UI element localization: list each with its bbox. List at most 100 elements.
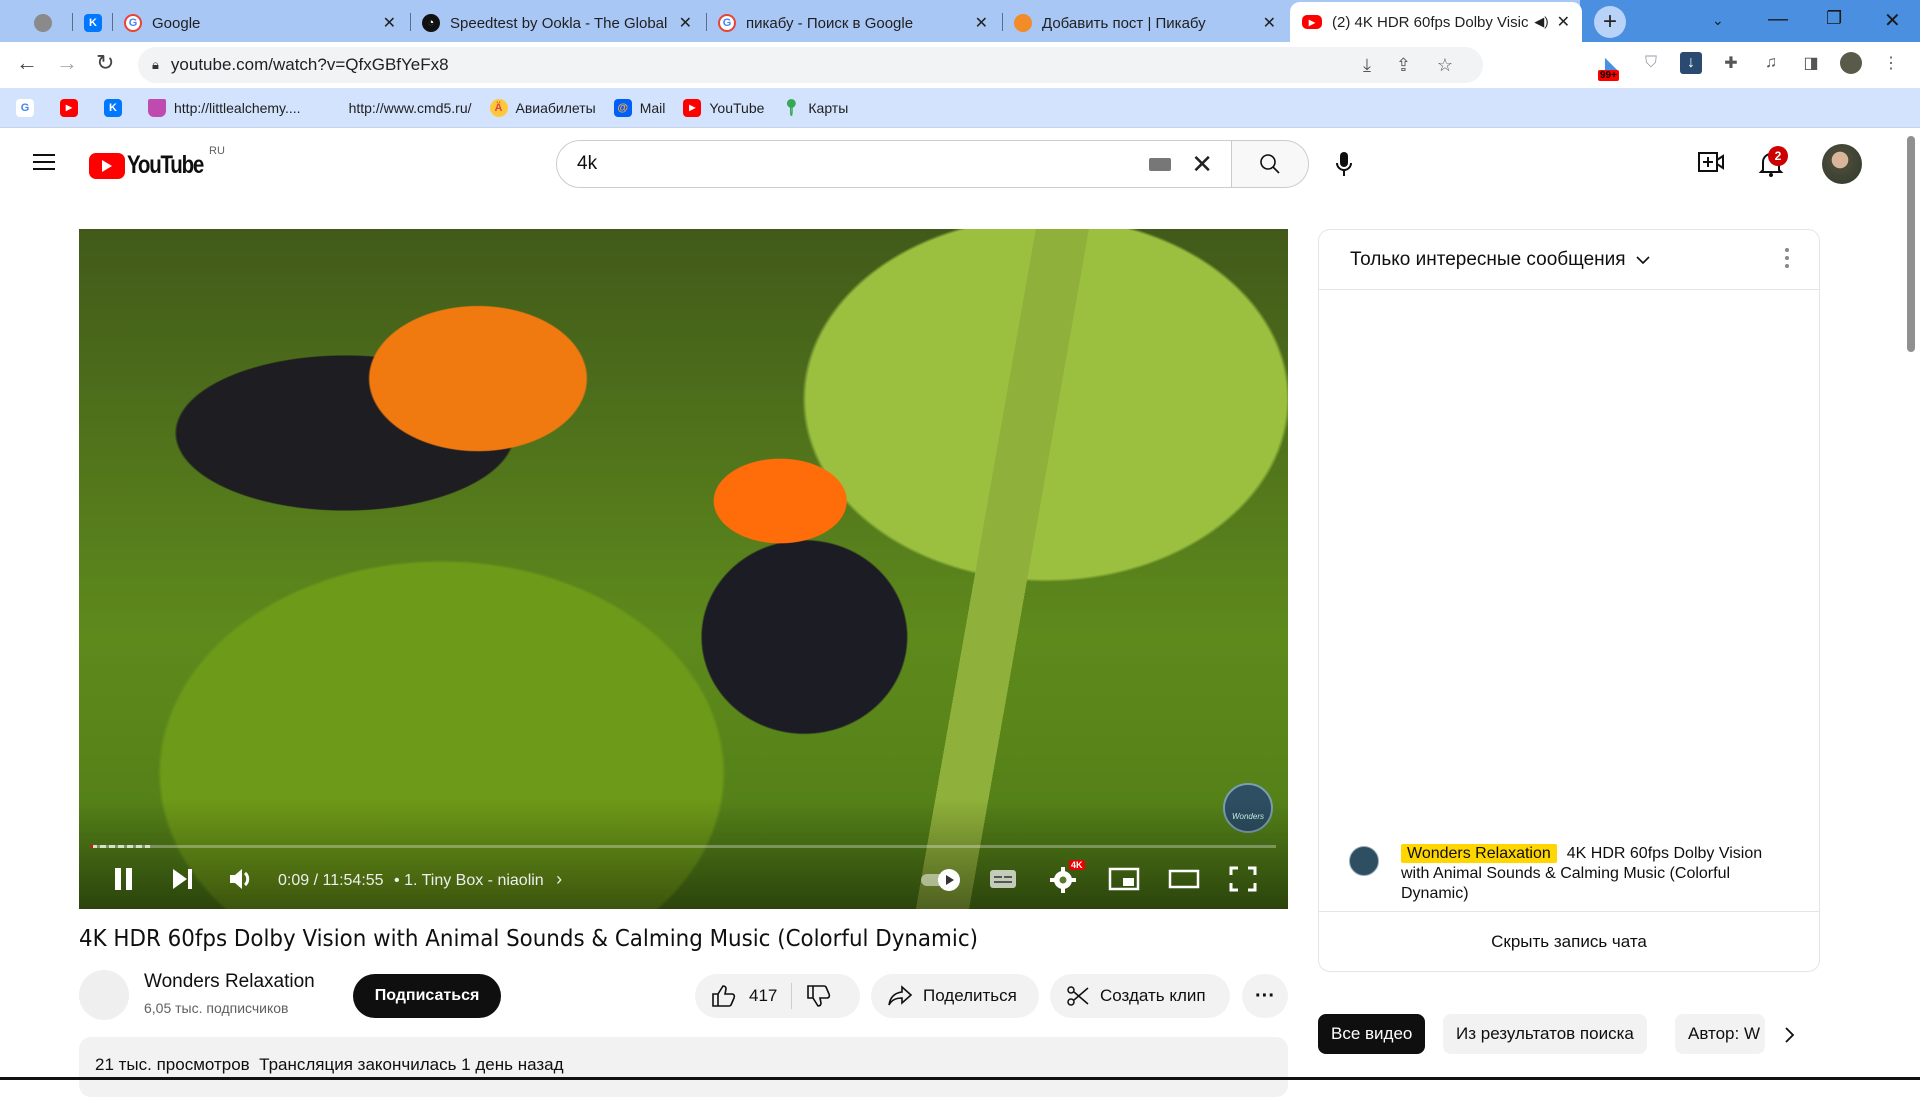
close-tab-icon[interactable]: ✕ [1557,12,1570,32]
bookmark-vk[interactable]: K [104,98,130,117]
share-icon[interactable]: ⇪ [1396,55,1411,76]
bookmark-label: http://littlealchemy.... [174,99,301,116]
miniplayer-icon[interactable] [1108,866,1140,892]
subscribe-button[interactable]: Подписаться [353,974,501,1018]
autoplay-toggle[interactable] [919,866,963,892]
youtube-logo[interactable]: YouTube RU [89,145,225,180]
media-control-icon[interactable]: ♫ [1760,52,1782,74]
chip-author[interactable]: Автор: W [1675,1014,1765,1054]
subtitles-icon[interactable] [988,866,1018,892]
tab-pikabu-post[interactable]: Добавить пост | Пикабу ✕ [1002,4,1288,42]
video-player[interactable]: Wonders 0:09 / 11:54:55 • 1. Tiny Box - … [79,229,1288,909]
youtube-header: YouTube RU 4k ✕ 2 [0,128,1900,200]
like-dislike-group: 417 [695,974,860,1018]
extensions-puzzle-icon[interactable]: ✚ [1720,52,1742,74]
bookmark-maps[interactable]: 📍︎ Карты [781,99,849,117]
like-button[interactable]: 417 [711,984,777,1008]
tab-google[interactable]: G Google ✕ [112,4,408,42]
close-tab-icon[interactable]: ✕ [975,13,988,33]
chat-author-name[interactable]: Wonders Relaxation [1401,844,1557,863]
share-button[interactable]: Поделиться [871,974,1039,1018]
description-box[interactable]: 21 тыс. просмотров Трансляция закончилас… [79,1037,1288,1097]
tab-youtube-active[interactable]: ▶ (2) 4K HDR 60fps Dolby Visic ◀︎) ✕ [1290,2,1582,42]
url-text[interactable]: youtube.com/watch?v=QfxGBfYeFx8 [171,55,449,75]
scrollbar-thumb[interactable] [1907,136,1915,352]
channel-avatar[interactable] [79,970,129,1020]
chevron-down-icon[interactable] [1635,255,1650,265]
more-horizontal-icon: ··· [1255,984,1275,1007]
theater-mode-icon[interactable] [1168,866,1200,892]
chapter-chevron-icon[interactable]: › [556,869,562,889]
new-tab-button[interactable]: + [1594,6,1626,38]
user-avatar[interactable] [1822,144,1862,184]
close-window-button[interactable]: ✕ [1884,8,1901,33]
chat-mode-dropdown[interactable]: Только интересные сообщения [1350,249,1626,271]
chat-message: Wonders Relaxation 4K HDR 60fps Dolby Vis… [1349,844,1789,904]
microphone-icon[interactable] [1334,150,1354,178]
fullscreen-icon[interactable] [1229,866,1257,892]
scissors-icon [1067,986,1089,1006]
restore-button[interactable]: ❐ [1826,8,1842,29]
browser-menu-icon[interactable]: ⋮ [1880,52,1902,74]
bookmark-mail[interactable]: @ Mail [613,98,665,117]
create-video-icon[interactable] [1697,150,1725,174]
bookmark-star-icon[interactable]: ☆ [1437,55,1453,76]
bookmark-google[interactable]: G [16,98,42,117]
hide-chat-button[interactable]: Скрыть запись чата [1319,911,1819,971]
chapter-title[interactable]: • 1. Tiny Box - niaolin [394,872,544,889]
search-button[interactable] [1232,140,1309,188]
close-tab-icon[interactable]: ✕ [679,13,692,33]
address-bar[interactable]: 🔒︎ youtube.com/watch?v=QfxGBfYeFx8 ⤓ ⇪ ☆ [138,47,1483,83]
dislike-button[interactable] [806,984,832,1008]
settings-gear-icon[interactable] [1049,866,1077,894]
chips-next-chevron-icon[interactable] [1784,1026,1796,1044]
back-button[interactable]: ← [16,50,38,76]
profile-avatar[interactable] [1840,52,1862,74]
bookmark-youtube[interactable]: ▶ [60,98,86,117]
google-icon: G [124,14,142,32]
chat-author-avatar[interactable] [1349,846,1379,876]
tab-pinned-vk[interactable]: K [72,4,110,42]
channel-name[interactable]: Wonders Relaxation [144,971,315,993]
minimize-button[interactable]: — [1768,8,1788,31]
progress-bar[interactable] [91,845,1276,848]
search-icon [1260,154,1280,174]
forward-button[interactable]: → [56,50,78,76]
shield-icon[interactable]: ⛉ [1640,52,1662,74]
download-extension-icon[interactable]: ↓ [1680,52,1702,74]
browser-toolbar: ← → ↻ 🔒︎ youtube.com/watch?v=QfxGBfYeFx8… [0,42,1920,88]
close-tab-icon[interactable]: ✕ [383,13,396,33]
chat-header: Только интересные сообщения [1319,230,1819,290]
more-actions-button[interactable]: ··· [1242,974,1288,1018]
next-icon[interactable] [170,866,194,892]
audio-playing-icon[interactable]: ◀︎) [1534,14,1548,30]
tab-search-chevron-icon[interactable]: ⌄ [1712,12,1724,29]
mail-icon: @ [613,98,632,117]
volume-icon[interactable] [227,866,255,892]
search-value[interactable]: 4k [577,153,597,175]
bookmark-label: Карты [808,99,849,116]
bookmark-cmd5[interactable]: http://www.cmd5.ru/ [349,100,472,116]
close-tab-icon[interactable]: ✕ [1263,13,1276,33]
tab-speedtest[interactable]: ◔ Speedtest by Ookla - The Global ✕ [410,4,704,42]
bookmark-label: Авиабилеты [515,99,596,116]
reload-button[interactable]: ↻ [96,50,114,76]
pause-icon[interactable] [112,866,136,892]
page-scrollbar[interactable] [1902,128,1920,1080]
bookmark-littlealchemy[interactable]: http://littlealchemy.... [148,98,301,117]
keyboard-icon[interactable] [1149,158,1171,171]
search-input[interactable]: 4k ✕ [556,140,1232,188]
bookmark-aviabilety[interactable]: Ä Авиабилеты [489,98,596,117]
side-panel-icon[interactable]: ◨ [1800,52,1822,74]
chip-from-search[interactable]: Из результатов поиска [1443,1014,1647,1054]
chip-all-videos[interactable]: Все видео [1318,1014,1426,1054]
install-app-icon[interactable]: ⤓ [1363,55,1371,76]
tab-pinned-globe[interactable] [22,4,70,42]
bookmark-youtube-2[interactable]: ▶ YouTube [683,98,764,117]
clear-search-icon[interactable]: ✕ [1191,149,1213,180]
menu-hamburger-icon[interactable] [33,154,55,175]
chat-more-icon[interactable] [1785,248,1789,272]
tab-pikabu-search[interactable]: G пикабу - Поиск в Google ✕ [706,4,1000,42]
create-clip-button[interactable]: Создать клип [1050,974,1230,1018]
lock-icon[interactable]: 🔒︎ [152,57,159,73]
